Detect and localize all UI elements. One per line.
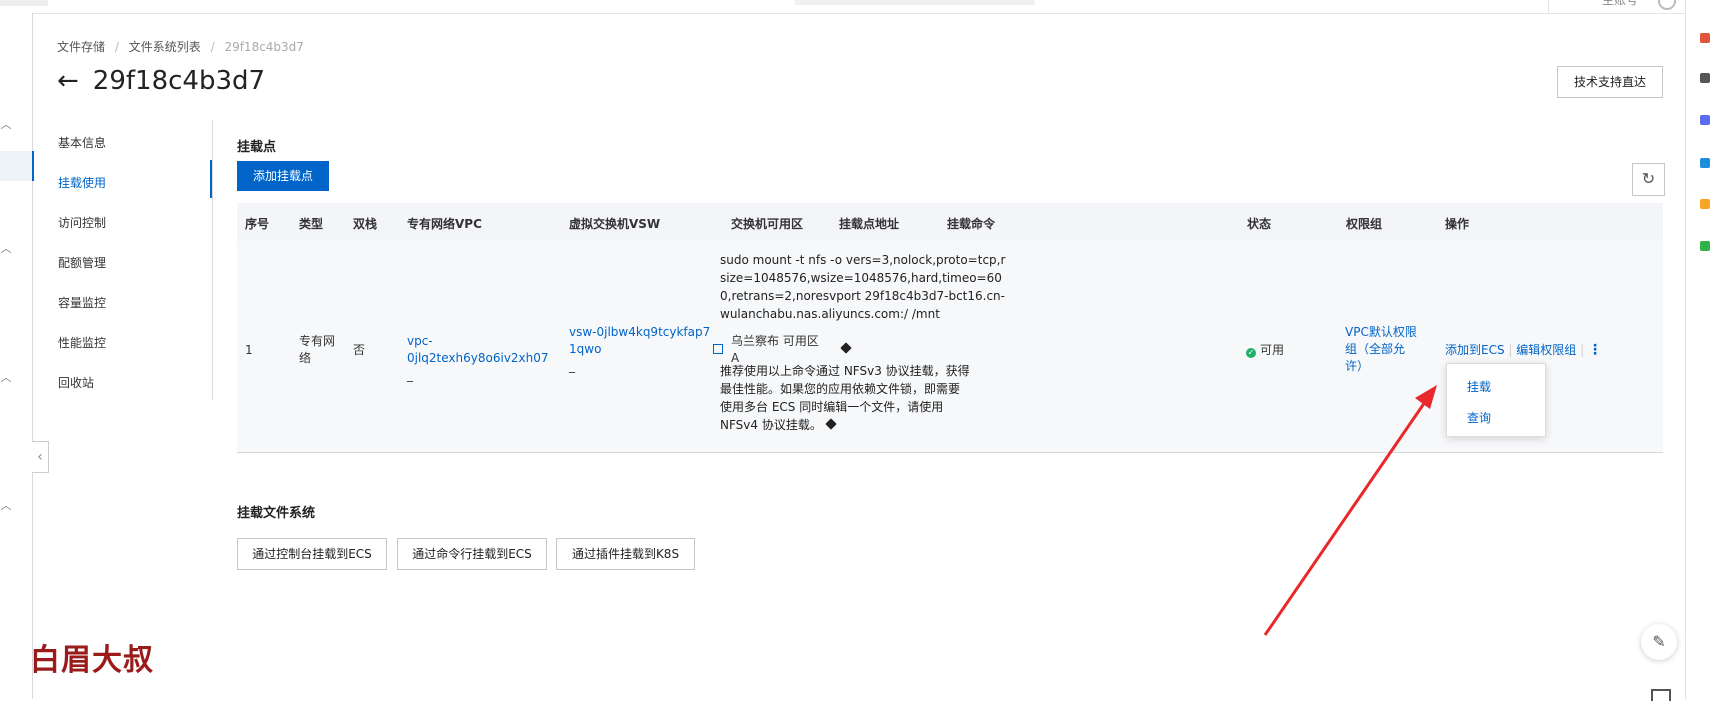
annotation-arrow [1263, 385, 1437, 636]
arrow-shaft [1263, 401, 1427, 636]
arrow-head [1415, 385, 1437, 409]
